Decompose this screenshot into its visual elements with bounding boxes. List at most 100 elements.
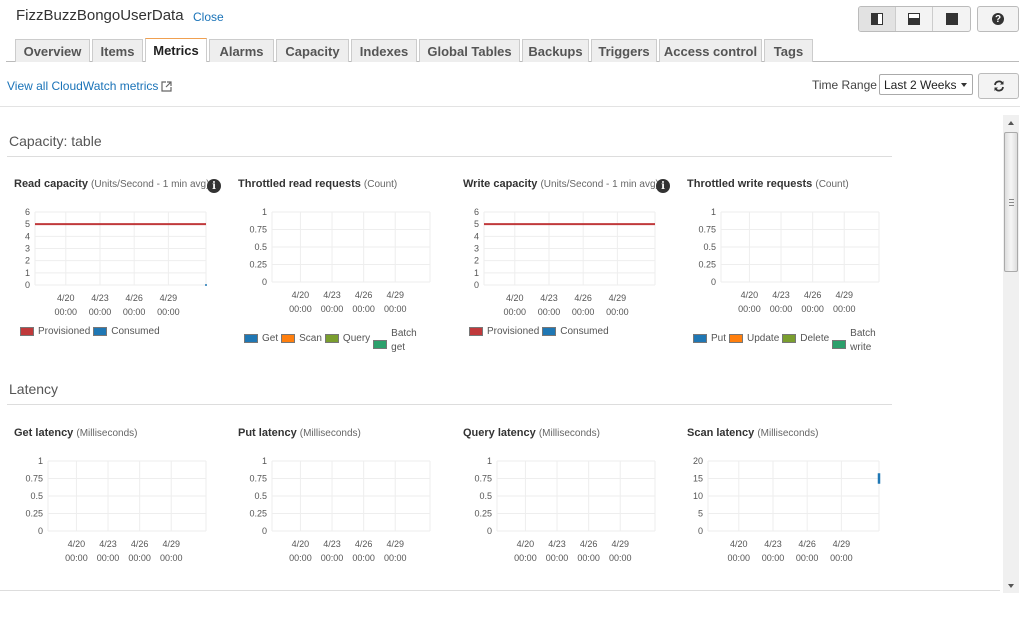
chart-legend: Provisioned Consumed	[20, 326, 163, 337]
legend-label: Put	[711, 333, 727, 344]
x-tick-time-label: 00:00	[289, 553, 312, 563]
x-tick-label: 4/20	[517, 539, 535, 549]
tab-items[interactable]: Items	[92, 39, 143, 62]
y-tick-label: 0.75	[474, 474, 492, 484]
chart-get-latency: Get latency (Milliseconds) 0 0.25 0.5 0.75 1 4…	[14, 427, 234, 617]
cloudwatch-link-label: View all CloudWatch metrics	[7, 79, 159, 93]
x-tick-label: 4/23	[548, 539, 566, 549]
chart-throttled-read-requests: Throttled read requests (Count) 0 0.25 0.5 0…	[238, 178, 458, 368]
time-range-select[interactable]: Last 2 Weeks	[879, 74, 973, 95]
x-tick-label: 4/29	[835, 290, 853, 300]
x-tick-time-label: 00:00	[384, 304, 407, 314]
full-view-button[interactable]	[933, 7, 970, 31]
chart-plot: 0 0.25 0.5 0.75 1 4/20 00:00 4/23 00:00 4/26 00:00…	[698, 207, 880, 314]
refresh-button[interactable]	[978, 73, 1019, 99]
legend-swatch	[469, 327, 483, 336]
legend-item[interactable]: Query	[324, 333, 370, 344]
legend-swatch	[373, 339, 388, 349]
chart-unit: (Units/Second - 1 min avg)	[91, 179, 210, 190]
tab-metrics[interactable]: Metrics	[145, 38, 207, 62]
x-tick-time-label: 00:00	[55, 307, 78, 317]
x-tick-label: 4/26	[574, 293, 592, 303]
legend-item[interactable]: Update	[729, 333, 779, 344]
tab-indexes[interactable]: Indexes	[351, 39, 417, 62]
tab-backups[interactable]: Backups	[522, 39, 589, 62]
legend-item[interactable]: Scan	[281, 333, 322, 344]
legend-item[interactable]: Batch get	[373, 328, 417, 355]
vertical-scrollbar[interactable]	[1003, 115, 1019, 593]
chevron-down-icon	[961, 83, 967, 87]
x-tick-label: 4/29	[611, 539, 629, 549]
x-tick-label: 4/29	[833, 539, 851, 549]
x-tick-time-label: 00:00	[728, 553, 751, 563]
x-tick-label: 4/26	[355, 290, 373, 300]
chart-title-text: Put latency	[238, 427, 297, 439]
tab-access-control[interactable]: Access control	[659, 39, 762, 62]
chart-title-text: Write capacity	[463, 178, 538, 190]
tab-capacity[interactable]: Capacity	[276, 39, 349, 62]
full-view-icon	[945, 13, 958, 25]
y-tick-label: 0	[698, 526, 703, 536]
scrollbar-thumb[interactable]	[1004, 132, 1018, 272]
x-tick-time-label: 00:00	[572, 307, 595, 317]
x-tick-time-label: 00:00	[514, 553, 537, 563]
x-tick-label: 4/20	[730, 539, 748, 549]
x-tick-label: 4/20	[741, 290, 759, 300]
chart-title: Write capacity (Units/Second - 1 min avg…	[463, 178, 659, 190]
tab-triggers[interactable]: Triggers	[591, 39, 657, 62]
y-tick-label: 1	[474, 268, 479, 278]
y-tick-label: 0.5	[479, 491, 492, 501]
x-tick-time-label: 00:00	[738, 304, 761, 314]
help-button[interactable]: ?	[977, 6, 1019, 32]
x-tick-time-label: 00:00	[833, 304, 856, 314]
split-right-view-button[interactable]	[859, 7, 896, 31]
info-icon[interactable]: i	[207, 179, 221, 193]
x-tick-time-label: 00:00	[89, 307, 112, 317]
legend-item[interactable]: Consumed	[93, 326, 160, 337]
refresh-icon	[993, 80, 1004, 92]
x-tick-time-label: 00:00	[123, 307, 146, 317]
scroll-down-icon[interactable]	[1008, 584, 1014, 588]
legend-item[interactable]: Provisioned	[20, 326, 90, 337]
scroll-up-icon[interactable]	[1008, 121, 1014, 125]
legend-item[interactable]: Provisioned	[469, 326, 539, 337]
y-tick-label: 5	[474, 219, 479, 229]
y-tick-label: 4	[474, 231, 479, 241]
x-tick-time-label: 00:00	[801, 304, 824, 314]
tab-overview[interactable]: Overview	[15, 39, 90, 62]
y-tick-label: 0.5	[703, 242, 716, 252]
legend-item[interactable]: Get	[244, 333, 278, 344]
x-tick-time-label: 00:00	[538, 307, 561, 317]
tab-global-tables[interactable]: Global Tables	[419, 39, 520, 62]
chart-unit: (Milliseconds)	[757, 428, 819, 439]
x-tick-label: 4/20	[292, 539, 310, 549]
close-link[interactable]: Close	[193, 10, 224, 24]
chart-put-latency: Put latency (Milliseconds) 0 0.25 0.5 0.75 1 4…	[238, 427, 458, 617]
tab-alarms[interactable]: Alarms	[209, 39, 274, 62]
external-link-icon	[161, 81, 172, 92]
y-tick-label: 1	[38, 456, 43, 466]
x-tick-label: 4/23	[323, 539, 341, 549]
legend-label: Batch write	[850, 328, 876, 353]
x-tick-label: 4/26	[355, 539, 373, 549]
split-bottom-view-button[interactable]	[896, 7, 933, 31]
chart-legend: Put Update Delete Batch write	[693, 328, 879, 355]
tab-tags[interactable]: Tags	[764, 39, 813, 62]
cloudwatch-metrics-link[interactable]: View all CloudWatch metrics	[7, 79, 172, 93]
y-tick-label: 0.5	[30, 491, 43, 501]
legend-item[interactable]: Consumed	[542, 326, 609, 337]
legend-label: Delete	[800, 333, 830, 344]
legend-item[interactable]: Delete	[782, 333, 829, 344]
legend-item[interactable]: Put	[693, 333, 726, 344]
chart-title: Put latency (Milliseconds)	[238, 427, 361, 439]
y-tick-label: 0	[25, 280, 30, 290]
y-tick-label: 2	[474, 256, 479, 266]
y-tick-label: 4	[25, 231, 30, 241]
chart-plot: 0 1 2 3 4 5 6 4/20 00:00 4/23 00:00 4/26 00:00 4/29 00…	[25, 207, 207, 317]
y-tick-label: 3	[474, 244, 479, 254]
chart-title: Throttled read requests (Count)	[238, 178, 397, 190]
x-tick-time-label: 00:00	[352, 553, 375, 563]
info-icon[interactable]: i	[656, 179, 670, 193]
legend-item[interactable]: Batch write	[832, 328, 876, 355]
x-tick-label: 4/29	[386, 539, 404, 549]
